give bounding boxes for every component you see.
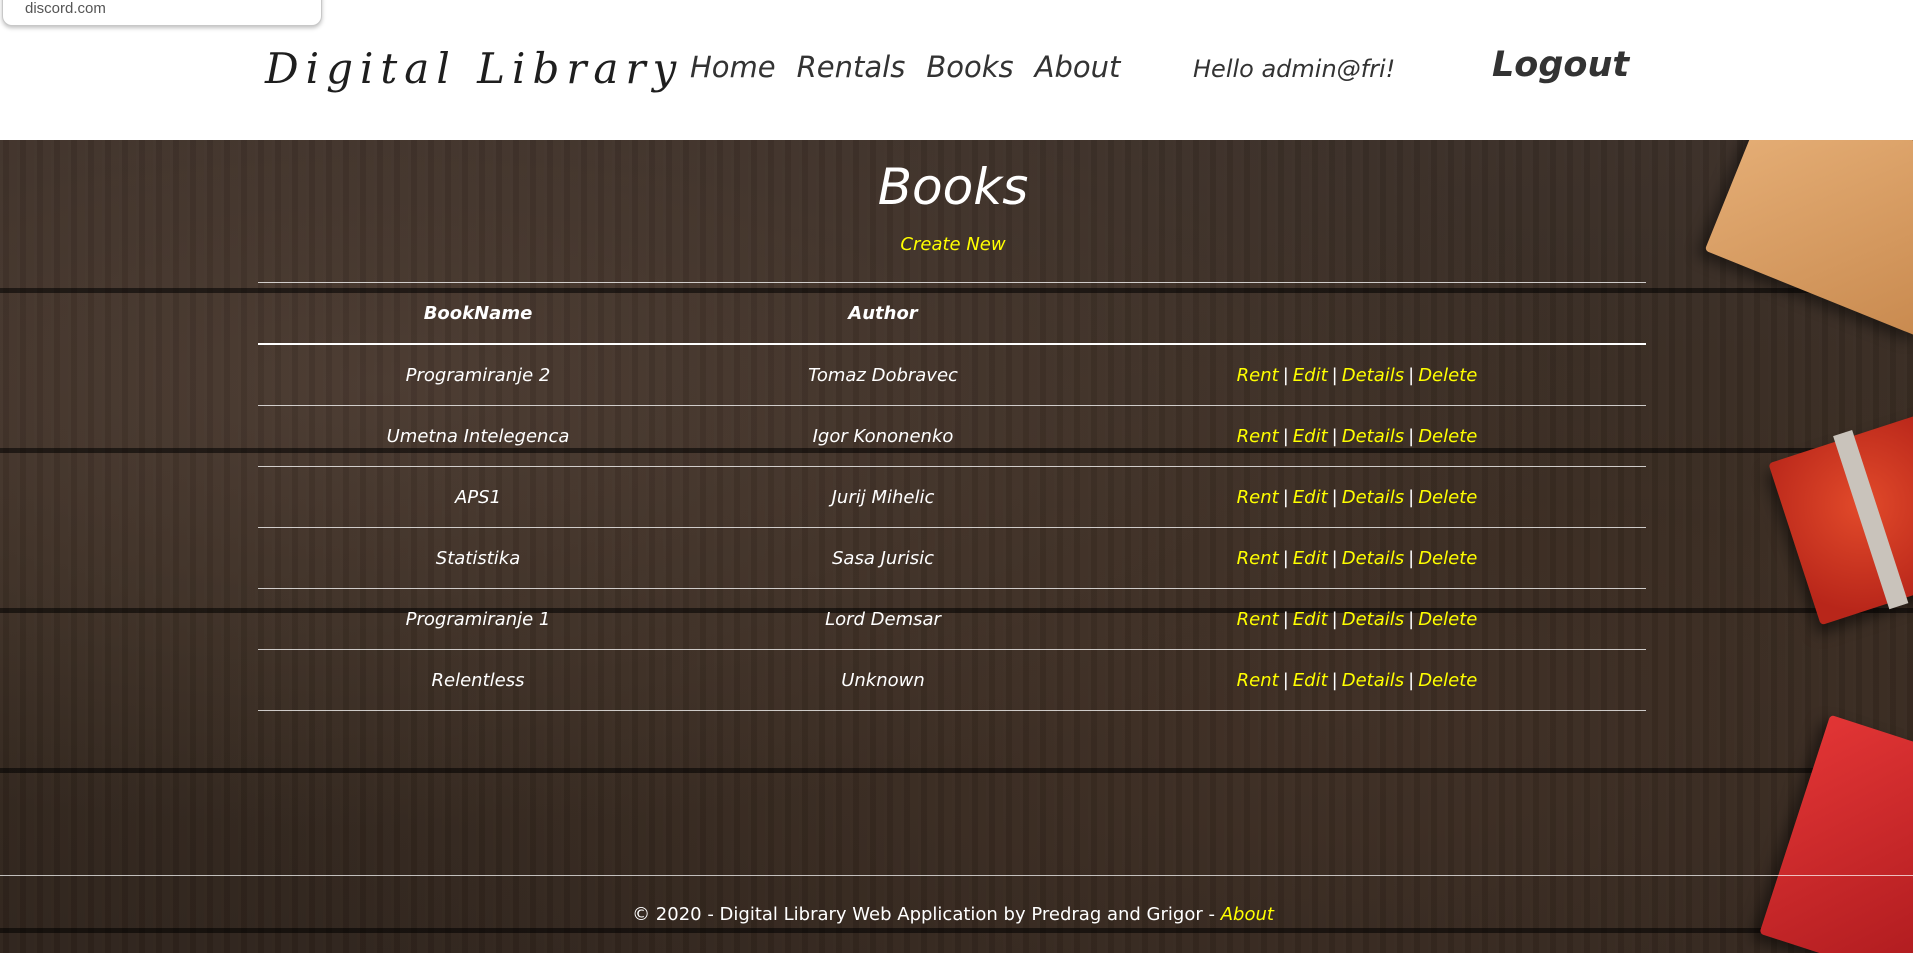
book-name-cell: Programiranje 2	[405, 364, 551, 386]
action-separator: |	[1331, 547, 1338, 569]
nav-books-link[interactable]: Books	[926, 50, 1013, 84]
action-separator: |	[1331, 486, 1338, 508]
create-new-link[interactable]: Create New	[900, 234, 1005, 255]
table-row: Statistika Sasa Jurisic Rent | Edit | Details |…	[258, 528, 1646, 589]
author-cell: Igor Kononenko	[812, 425, 954, 447]
action-separator: |	[1408, 364, 1415, 386]
table-row: Programiranje 2 Tomaz Dobravec Rent | Edit | D…	[258, 345, 1646, 406]
action-separator: |	[1408, 669, 1415, 691]
table-header-row: BookName Author	[258, 282, 1646, 345]
books-table: BookName Author Programiranje 2 Tomaz Dob…	[258, 282, 1646, 711]
rent-link[interactable]: Rent	[1237, 548, 1279, 569]
logout-button[interactable]: Logout	[1492, 45, 1629, 85]
book-name-cell: Programiranje 1	[405, 608, 551, 630]
author-cell: Lord Demsar	[825, 608, 941, 630]
brand-logo[interactable]: Digital Library	[265, 44, 683, 93]
actions-cell: Rent | Edit | Details | Delete	[1068, 487, 1646, 508]
details-link[interactable]: Details	[1342, 548, 1404, 569]
action-separator: |	[1408, 608, 1415, 630]
table-row: Umetna Intelegenca Igor Kononenko Rent | Edi…	[258, 406, 1646, 467]
book-name-cell: Statistika	[435, 547, 521, 569]
action-separator: |	[1331, 608, 1338, 630]
actions-cell: Rent | Edit | Details | Delete	[1068, 609, 1646, 630]
edit-link[interactable]: Edit	[1293, 609, 1328, 630]
book-name-cell: Umetna Intelegenca	[386, 425, 570, 447]
edit-link[interactable]: Edit	[1293, 365, 1328, 386]
details-link[interactable]: Details	[1342, 670, 1404, 691]
action-separator: |	[1331, 364, 1338, 386]
main-content: Books Create New BookName Author Program…	[0, 140, 1913, 953]
table-row: APS1 Jurij Mihelic Rent | Edit | Details | Delet…	[258, 467, 1646, 528]
actions-cell: Rent | Edit | Details | Delete	[1068, 670, 1646, 691]
details-link[interactable]: Details	[1342, 487, 1404, 508]
details-link[interactable]: Details	[1342, 426, 1404, 447]
author-cell: Sasa Jurisic	[832, 547, 934, 569]
table-row: Relentless Unknown Rent | Edit | Details | Delet…	[258, 650, 1646, 711]
action-separator: |	[1282, 547, 1289, 569]
edit-link[interactable]: Edit	[1293, 426, 1328, 447]
column-header-bookname[interactable]: BookName	[258, 303, 698, 324]
delete-link[interactable]: Delete	[1418, 365, 1477, 386]
author-cell: Jurij Mihelic	[831, 486, 935, 508]
action-separator: |	[1408, 547, 1415, 569]
book-name-cell: Relentless	[431, 669, 525, 691]
action-separator: |	[1282, 608, 1289, 630]
details-link[interactable]: Details	[1342, 609, 1404, 630]
actions-cell: Rent | Edit | Details | Delete	[1068, 548, 1646, 569]
table-body: Programiranje 2 Tomaz Dobravec Rent | Edit | D…	[258, 345, 1646, 711]
action-separator: |	[1282, 486, 1289, 508]
rent-link[interactable]: Rent	[1237, 487, 1279, 508]
delete-link[interactable]: Delete	[1418, 487, 1477, 508]
details-link[interactable]: Details	[1342, 365, 1404, 386]
edit-link[interactable]: Edit	[1293, 670, 1328, 691]
author-cell: Unknown	[841, 669, 925, 691]
url-status-pill: discord.com	[2, 0, 322, 26]
action-separator: |	[1331, 669, 1338, 691]
action-separator: |	[1331, 425, 1338, 447]
book-name-cell: APS1	[454, 486, 502, 508]
nav-about-link[interactable]: About	[1035, 50, 1121, 84]
rent-link[interactable]: Rent	[1237, 426, 1279, 447]
delete-link[interactable]: Delete	[1418, 548, 1477, 569]
author-cell: Tomaz Dobravec	[808, 364, 958, 386]
action-separator: |	[1408, 425, 1415, 447]
footer-about-link[interactable]: About	[1221, 904, 1274, 925]
delete-link[interactable]: Delete	[1418, 609, 1477, 630]
user-greeting[interactable]: Hello admin@fri!	[1193, 55, 1395, 83]
delete-link[interactable]: Delete	[1418, 670, 1477, 691]
rent-link[interactable]: Rent	[1237, 670, 1279, 691]
gift-box-decoration	[1768, 404, 1913, 626]
action-separator: |	[1282, 364, 1289, 386]
edit-link[interactable]: Edit	[1293, 548, 1328, 569]
rent-link[interactable]: Rent	[1237, 609, 1279, 630]
site-header: discord.com Digital Library Home Rentals…	[0, 0, 1913, 140]
action-separator: |	[1408, 486, 1415, 508]
table-row: Programiranje 1 Lord Demsar Rent | Edit | Deta…	[258, 589, 1646, 650]
url-status-text: discord.com	[25, 0, 106, 17]
main-nav: Home Rentals Books About	[690, 50, 1120, 84]
rent-link[interactable]: Rent	[1237, 365, 1279, 386]
action-separator: |	[1282, 425, 1289, 447]
footer: © 2020 - Digital Library Web Application…	[0, 904, 1906, 925]
column-header-author[interactable]: Author	[698, 303, 1068, 324]
action-separator: |	[1282, 669, 1289, 691]
actions-cell: Rent | Edit | Details | Delete	[1068, 426, 1646, 447]
nav-home-link[interactable]: Home	[690, 50, 776, 84]
footer-text: © 2020 - Digital Library Web Application…	[632, 904, 1215, 925]
page-title: Books	[877, 158, 1029, 216]
footer-divider	[0, 875, 1913, 876]
actions-cell: Rent | Edit | Details | Delete	[1068, 365, 1646, 386]
edit-link[interactable]: Edit	[1293, 487, 1328, 508]
create-new-wrapper: Create New	[0, 234, 1906, 255]
nav-rentals-link[interactable]: Rentals	[797, 50, 906, 84]
delete-link[interactable]: Delete	[1418, 426, 1477, 447]
